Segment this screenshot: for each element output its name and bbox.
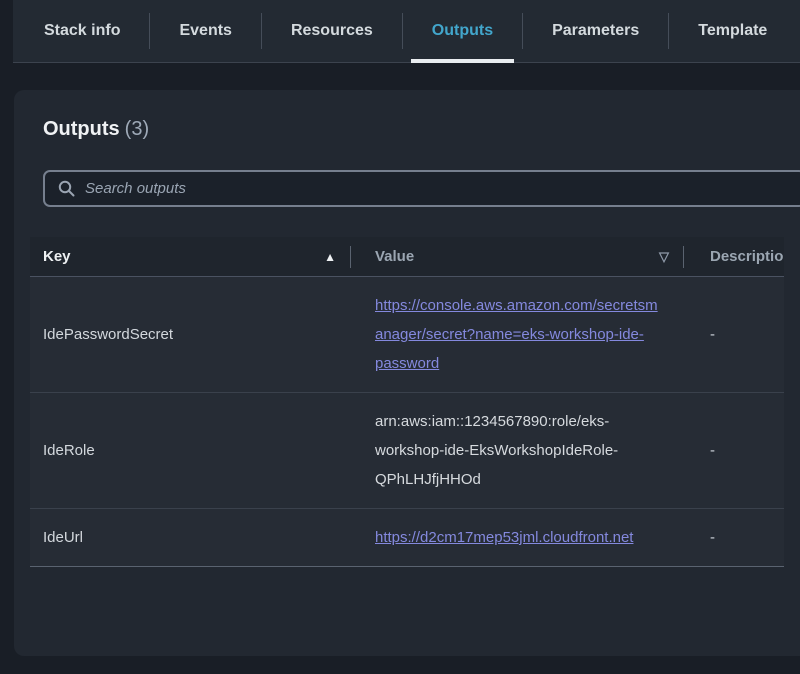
tab-parameters[interactable]: Parameters bbox=[531, 0, 660, 62]
search-input[interactable] bbox=[85, 180, 800, 197]
panel-title-text: Outputs bbox=[43, 118, 120, 140]
output-value-cell: https://console.aws.amazon.com/secretsma… bbox=[350, 277, 683, 392]
output-description: - bbox=[683, 509, 784, 566]
tab-resources[interactable]: Resources bbox=[270, 0, 394, 62]
table-row: IdePasswordSecret https://console.aws.ama… bbox=[30, 277, 784, 393]
output-description: - bbox=[683, 393, 784, 508]
tab-events[interactable]: Events bbox=[158, 0, 252, 62]
output-description: - bbox=[683, 277, 784, 392]
tab-divider bbox=[522, 13, 523, 49]
output-value-link[interactable]: https://console.aws.amazon.com/secretsma… bbox=[375, 297, 658, 372]
outputs-count-badge: (3) bbox=[125, 118, 149, 140]
tab-divider bbox=[261, 13, 262, 49]
output-key: IdeUrl bbox=[30, 509, 350, 566]
tab-template[interactable]: Template bbox=[677, 0, 788, 62]
column-description-label: Description bbox=[710, 248, 784, 265]
tab-outputs[interactable]: Outputs bbox=[411, 0, 514, 62]
output-key: IdePasswordSecret bbox=[30, 277, 350, 392]
page-title: Outputs(3) bbox=[43, 118, 800, 141]
sort-ascending-icon: ▲ bbox=[324, 251, 336, 263]
tab-stack-info[interactable]: Stack info bbox=[23, 0, 141, 62]
column-value-label: Value bbox=[375, 248, 414, 265]
output-key: IdeRole bbox=[30, 393, 350, 508]
column-header-description[interactable]: Description bbox=[683, 237, 784, 276]
sort-descending-icon: ▽ bbox=[659, 250, 669, 263]
stack-tabs: Stack info Events Resources Outputs Para… bbox=[13, 0, 800, 63]
search-box bbox=[43, 170, 800, 207]
output-value-text: arn:aws:iam::1234567890:role/eks-worksho… bbox=[375, 413, 618, 488]
column-header-key[interactable]: Key ▲ bbox=[30, 237, 350, 276]
output-value-link[interactable]: https://d2cm17mep53jml.cloudfront.net bbox=[375, 529, 633, 546]
output-value-cell: arn:aws:iam::1234567890:role/eks-worksho… bbox=[350, 393, 683, 508]
tab-divider bbox=[149, 13, 150, 49]
output-value-cell: https://d2cm17mep53jml.cloudfront.net bbox=[350, 509, 683, 566]
column-header-value[interactable]: Value ▽ bbox=[350, 237, 683, 276]
column-key-label: Key bbox=[43, 248, 71, 265]
outputs-panel: Outputs(3) Key ▲ Value ▽ Description Ide… bbox=[14, 90, 800, 656]
tab-divider bbox=[668, 13, 669, 49]
search-icon bbox=[58, 180, 75, 197]
tab-divider bbox=[402, 13, 403, 49]
table-row: IdeRole arn:aws:iam::1234567890:role/eks-… bbox=[30, 393, 784, 509]
table-row: IdeUrl https://d2cm17mep53jml.cloudfront.… bbox=[30, 509, 784, 567]
outputs-table: Key ▲ Value ▽ Description IdePasswordSec… bbox=[30, 237, 784, 567]
table-header: Key ▲ Value ▽ Description bbox=[30, 237, 784, 277]
table-body: IdePasswordSecret https://console.aws.ama… bbox=[30, 277, 784, 567]
